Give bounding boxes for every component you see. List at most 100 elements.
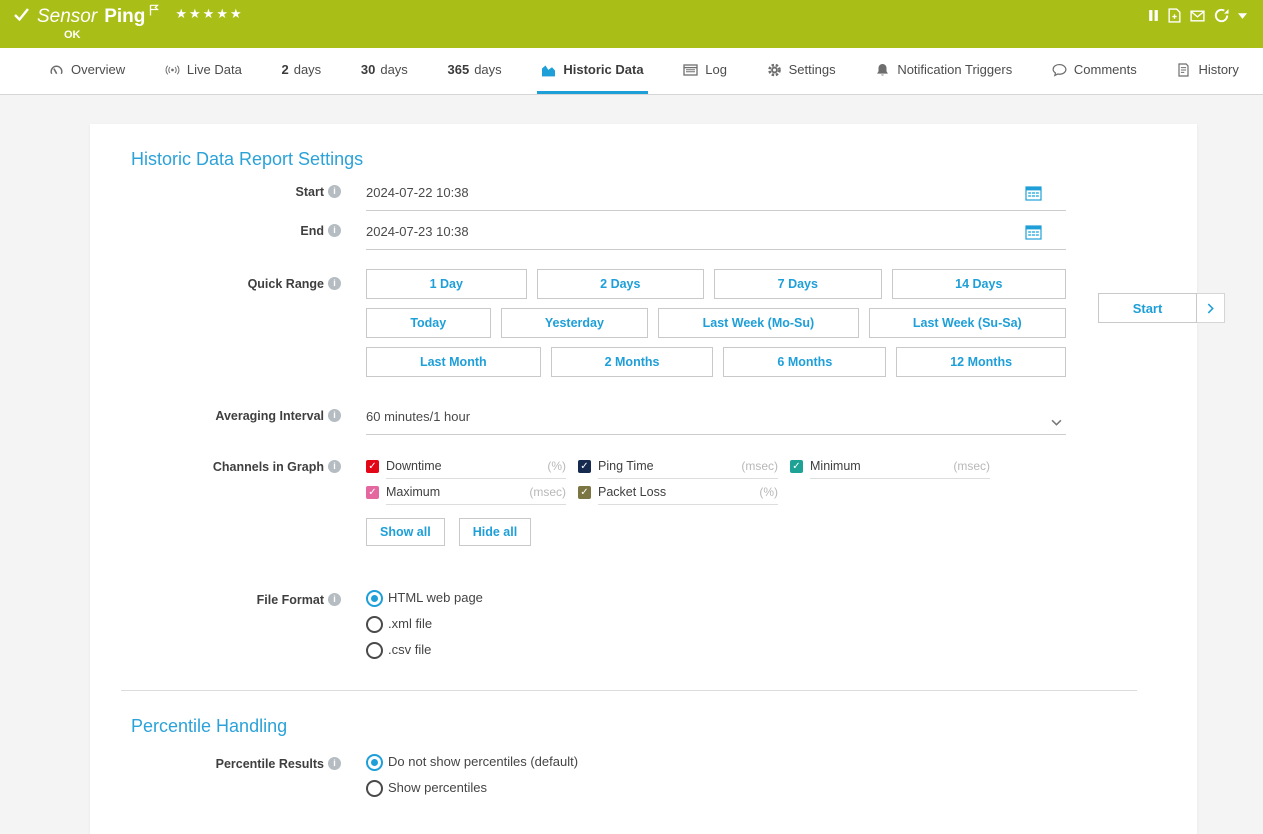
averaging-interval-label: Averaging Interval <box>131 408 324 425</box>
tab-history[interactable]: History <box>1172 48 1242 94</box>
tab-label: Comments <box>1074 62 1137 77</box>
info-icon[interactable] <box>328 409 341 422</box>
report-icon[interactable] <box>1168 8 1181 23</box>
channel-checkbox[interactable]: ✓ <box>578 460 591 473</box>
quick-range-last-week-su-sa-button[interactable]: Last Week (Su-Sa) <box>869 308 1066 338</box>
tab-live-data[interactable]: Live Data <box>161 48 246 94</box>
radio-icon[interactable] <box>366 616 383 633</box>
tab-2-days[interactable]: 2days <box>277 48 325 94</box>
radio-icon[interactable] <box>366 754 383 771</box>
percentile-options: Do not show percentiles (default) Show pe… <box>366 753 1066 805</box>
file-format-row: File Format HTML web page.xml file.csv f… <box>131 589 1167 667</box>
start-button[interactable]: Start <box>1098 293 1197 323</box>
historic-data-settings-card: Historic Data Report Settings Start 2024… <box>90 124 1197 834</box>
quick-range-2-months-button[interactable]: 2 Months <box>551 347 714 377</box>
refresh-icon[interactable] <box>1214 8 1229 23</box>
averaging-interval-select[interactable]: 60 minutes/1 hour <box>366 408 1066 435</box>
file-format-option-xml-file[interactable]: .xml file <box>366 615 1066 633</box>
comment-icon <box>1052 63 1067 77</box>
caret-down-icon[interactable] <box>1238 13 1247 19</box>
percentile-results-row: Percentile Results Do not show percentil… <box>131 753 1167 805</box>
quick-range-yesterday-button[interactable]: Yesterday <box>501 308 649 338</box>
tab-label: Log <box>705 62 727 77</box>
email-icon[interactable] <box>1190 10 1205 22</box>
tab-label: days <box>474 62 501 77</box>
info-icon[interactable] <box>328 185 341 198</box>
start-datetime-input[interactable]: 2024-07-22 10:38 <box>366 184 1066 211</box>
channel-ping-time: ✓ Ping Time (msec) <box>578 459 778 479</box>
channels-row: Channels in Graph ✓Downtime(%)✓Ping Time… <box>131 459 1167 546</box>
quick-range-1-day-button[interactable]: 1 Day <box>366 269 527 299</box>
percentile-results-label: Percentile Results <box>131 756 324 773</box>
tab-label: Notification Triggers <box>897 62 1012 77</box>
radio-label: Do not show percentiles (default) <box>388 753 578 771</box>
channel-checkbox[interactable]: ✓ <box>366 460 379 473</box>
channel-unit: (msec) <box>741 459 778 473</box>
tab-bar: OverviewLive Data2days30days365daysHisto… <box>0 48 1263 95</box>
tab-settings[interactable]: Settings <box>763 48 840 94</box>
quick-range-6-months-button[interactable]: 6 Months <box>723 347 886 377</box>
channel-name: Downtime <box>386 459 442 473</box>
tab-log[interactable]: Log <box>679 48 731 94</box>
tab-30-days[interactable]: 30days <box>357 48 412 94</box>
quick-range-label: Quick Range <box>131 276 324 293</box>
quick-range-today-button[interactable]: Today <box>366 308 491 338</box>
file-format-option-html-web-page[interactable]: HTML web page <box>366 589 1066 607</box>
info-icon[interactable] <box>328 593 341 606</box>
status-badge: OK <box>64 29 1247 41</box>
averaging-interval-value: 60 minutes/1 hour <box>366 409 470 424</box>
channel-checkbox[interactable]: ✓ <box>578 486 591 499</box>
percentile-option-show-percentiles[interactable]: Show percentiles <box>366 779 1066 797</box>
channel-name: Minimum <box>810 459 861 473</box>
info-icon[interactable] <box>328 224 341 237</box>
channel-checkbox[interactable]: ✓ <box>790 460 803 473</box>
live-icon <box>165 63 180 77</box>
pause-icon[interactable] <box>1148 9 1159 22</box>
show-all-button[interactable]: Show all <box>366 518 445 546</box>
radio-icon[interactable] <box>366 590 383 607</box>
channel-maximum: ✓Maximum(msec) <box>366 485 566 505</box>
quick-range-7-days-button[interactable]: 7 Days <box>714 269 882 299</box>
radio-icon[interactable] <box>366 780 383 797</box>
channel-name: Packet Loss <box>598 485 666 499</box>
channel-packet-loss: ✓Packet Loss(%) <box>578 485 778 505</box>
quick-range-14-days-button[interactable]: 14 Days <box>892 269 1066 299</box>
quick-range-grid: 1 Day 2 Days 7 Days 14 Days Today Yesterday La… <box>366 269 1066 386</box>
calendar-icon[interactable] <box>1025 185 1042 208</box>
quick-range-12-months-button[interactable]: 12 Months <box>896 347 1066 377</box>
info-icon[interactable] <box>328 460 341 473</box>
tab-number: 2 <box>281 62 288 77</box>
quick-range-last-week-mo-su-button[interactable]: Last Week (Mo-Su) <box>658 308 858 338</box>
tab-notification-triggers[interactable]: Notification Triggers <box>871 48 1016 94</box>
tab-label: Settings <box>789 62 836 77</box>
radio-icon[interactable] <box>366 642 383 659</box>
log-icon <box>683 63 698 77</box>
percentile-option-do-not-show-percentiles-default[interactable]: Do not show percentiles (default) <box>366 753 1066 771</box>
quick-range-last-month-button[interactable]: Last Month <box>366 347 541 377</box>
tab-365-days[interactable]: 365 days <box>444 48 506 94</box>
quick-range-2-days-button[interactable]: 2 Days <box>537 269 705 299</box>
channel-name: Ping Time <box>598 459 654 473</box>
quick-range-button-row: Last Month 2 Months 6 Months 12 Months <box>366 347 1066 377</box>
chevron-right-icon[interactable] <box>1197 293 1225 323</box>
tab-overview[interactable]: Overview <box>45 48 129 94</box>
hide-all-button[interactable]: Hide all <box>459 518 531 546</box>
channel-unit: (msec) <box>529 485 566 499</box>
radio-label: .xml file <box>388 615 432 633</box>
flag-icon[interactable] <box>149 3 159 21</box>
tab-label: days <box>380 62 407 77</box>
file-format-option-csv-file[interactable]: .csv file <box>366 641 1066 659</box>
tab-label: History <box>1198 62 1238 77</box>
info-icon[interactable] <box>328 277 341 290</box>
chart-icon <box>541 63 556 77</box>
start-report-splitbutton: Start <box>1098 293 1225 323</box>
tab-historic-data[interactable]: Historic Data <box>537 48 647 94</box>
calendar-icon[interactable] <box>1025 224 1042 247</box>
channel-checkbox[interactable]: ✓ <box>366 486 379 499</box>
priority-stars[interactable]: ★★★★★ <box>175 6 243 22</box>
tab-number: 365 <box>448 62 470 77</box>
sensor-header: Sensor Ping ★★★★★ OK <box>0 0 1263 48</box>
tab-comments[interactable]: Comments <box>1048 48 1141 94</box>
info-icon[interactable] <box>328 757 341 770</box>
end-datetime-input[interactable]: 2024-07-23 10:38 <box>366 223 1066 250</box>
